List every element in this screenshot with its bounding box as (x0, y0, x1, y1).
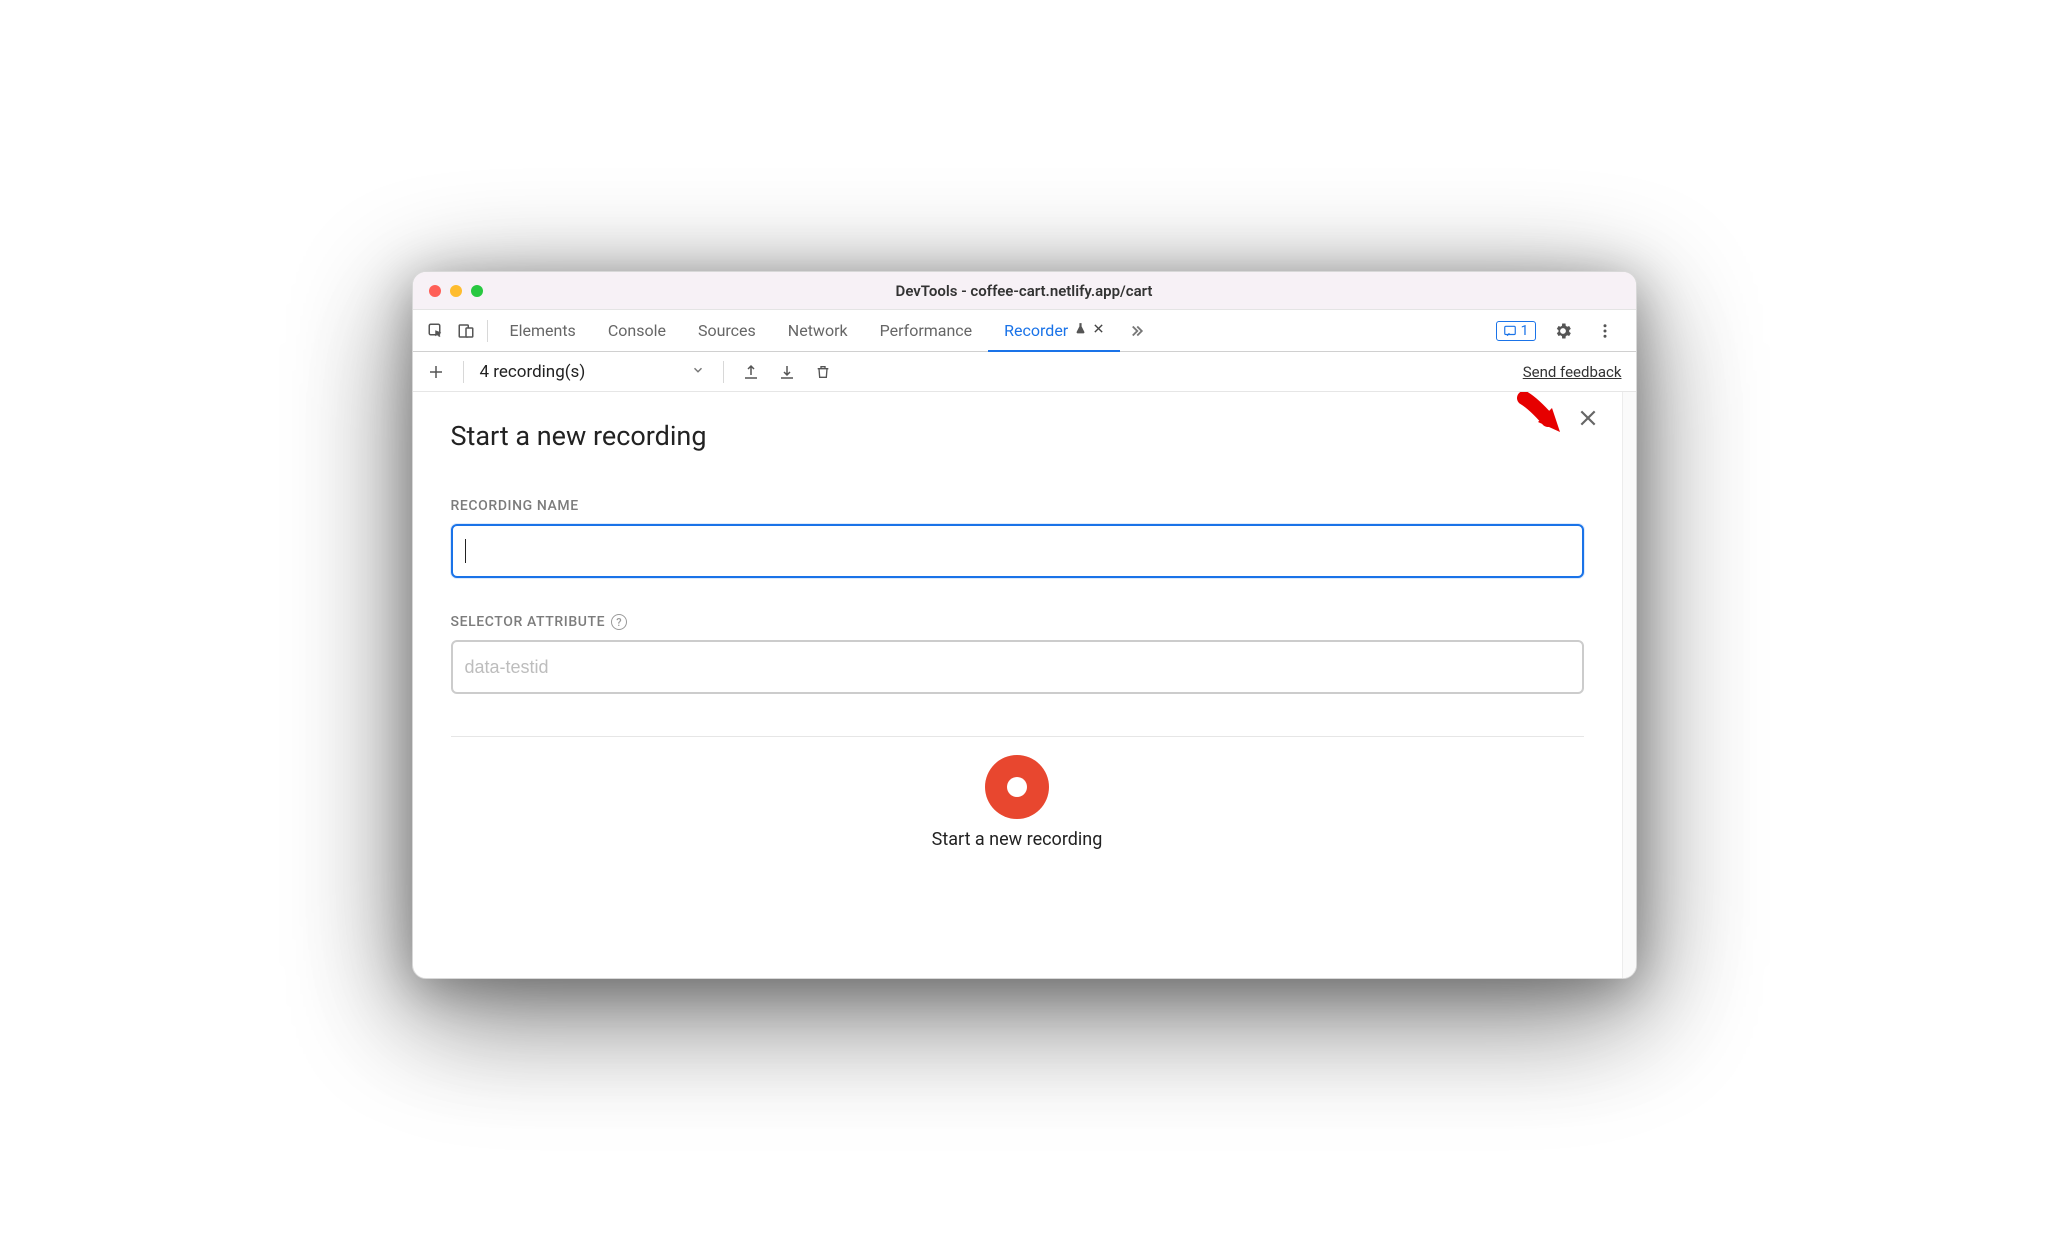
scrollbar[interactable] (1622, 392, 1636, 978)
import-icon[interactable] (772, 357, 802, 387)
record-button[interactable] (985, 755, 1049, 819)
help-icon[interactable]: ? (611, 614, 627, 630)
separator (487, 320, 488, 342)
recording-name-input[interactable] (451, 524, 1584, 578)
record-button-label: Start a new recording (451, 829, 1584, 850)
page-heading: Start a new recording (451, 420, 1584, 452)
tab-network[interactable]: Network (772, 310, 864, 351)
text-caret (465, 539, 466, 563)
recording-count-dropdown[interactable]: 4 recording(s) (476, 362, 596, 382)
devtools-window: DevTools - coffee-cart.netlify.app/cart … (412, 271, 1637, 979)
issues-badge[interactable]: 1 (1496, 321, 1536, 341)
tab-sources[interactable]: Sources (682, 310, 772, 351)
kebab-menu-icon[interactable] (1590, 316, 1620, 346)
titlebar: DevTools - coffee-cart.netlify.app/cart (413, 272, 1636, 310)
inspect-element-icon[interactable] (421, 316, 451, 346)
devtools-tabstrip: Elements Console Sources Network Perform… (413, 310, 1636, 352)
issues-count: 1 (1521, 323, 1529, 339)
chevron-down-icon[interactable] (601, 362, 705, 381)
settings-icon[interactable] (1548, 316, 1578, 346)
selector-attribute-label-text: Selector Attribute (451, 614, 606, 630)
close-tab-icon[interactable] (1093, 323, 1104, 337)
recorder-toolbar: 4 recording(s) Send feedback (413, 352, 1636, 392)
zoom-window-button[interactable] (471, 285, 483, 297)
flask-icon (1074, 322, 1087, 339)
export-icon[interactable] (736, 357, 766, 387)
more-tabs-icon[interactable] (1120, 316, 1150, 346)
close-window-button[interactable] (429, 285, 441, 297)
tab-elements[interactable]: Elements (494, 310, 592, 351)
tab-console[interactable]: Console (592, 310, 682, 351)
tab-recorder-label: Recorder (1004, 321, 1068, 340)
separator (463, 361, 464, 383)
device-toggle-icon[interactable] (451, 316, 481, 346)
tab-recorder[interactable]: Recorder (988, 311, 1120, 352)
send-feedback-link[interactable]: Send feedback (1523, 363, 1622, 381)
delete-icon[interactable] (808, 357, 838, 387)
traffic-lights (429, 285, 483, 297)
recording-count-label: 4 recording(s) (480, 362, 586, 382)
window-title: DevTools - coffee-cart.netlify.app/cart (413, 282, 1636, 300)
record-icon (1007, 777, 1027, 797)
tab-performance[interactable]: Performance (864, 310, 989, 351)
add-recording-icon[interactable] (421, 357, 451, 387)
recorder-panel: Start a new recording Recording Name Sel… (413, 392, 1622, 978)
selector-attribute-label: Selector Attribute ? (451, 614, 1584, 630)
separator (723, 361, 724, 383)
recording-name-label: Recording Name (451, 498, 1584, 514)
selector-attribute-input[interactable] (451, 640, 1584, 694)
minimize-window-button[interactable] (450, 285, 462, 297)
close-panel-icon[interactable] (1578, 408, 1598, 432)
